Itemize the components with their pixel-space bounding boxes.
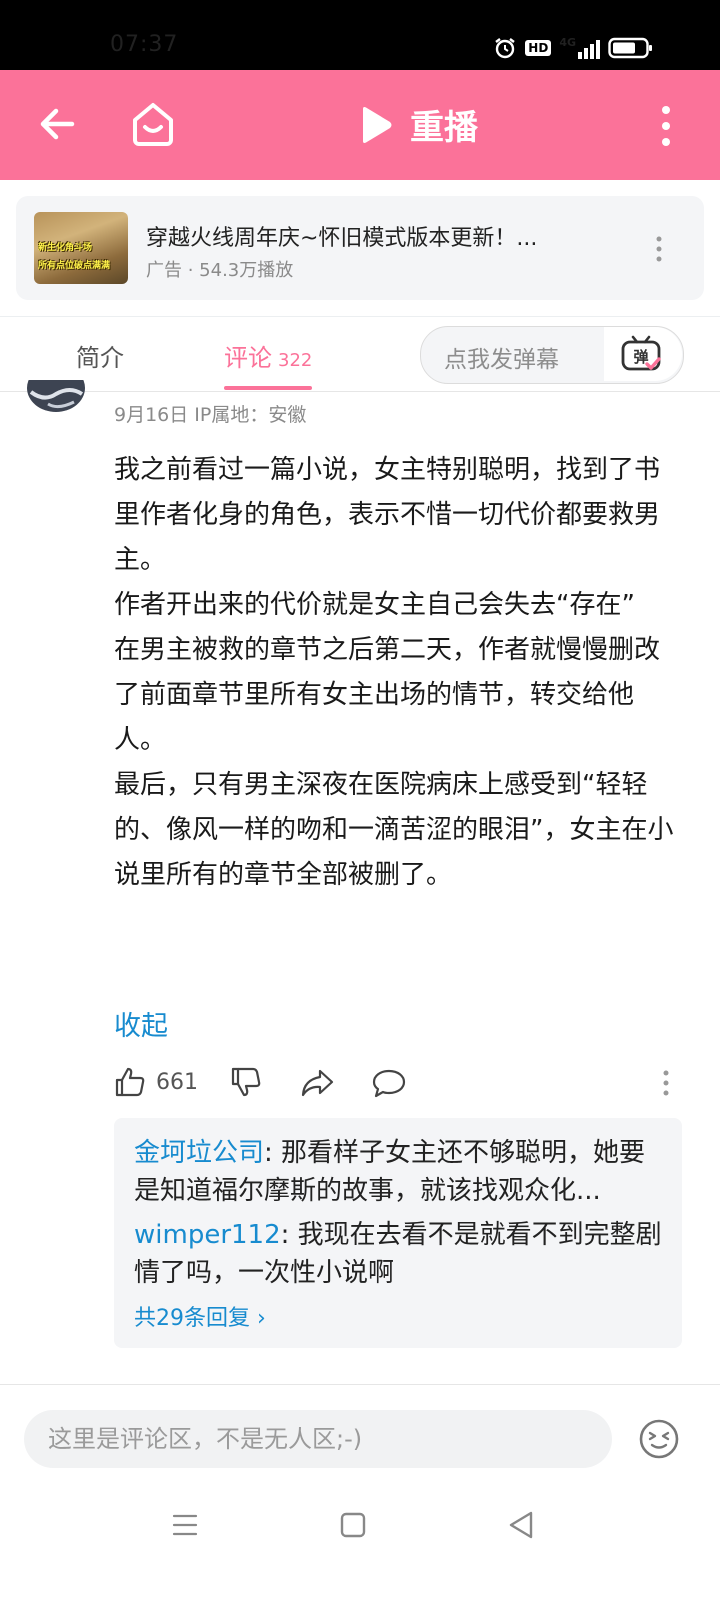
arrow-left-icon[interactable] bbox=[36, 102, 80, 146]
replay-label: 重播 bbox=[410, 108, 478, 148]
comment-paragraph: 最后，只有男主深夜在医院病床上感受到“轻轻的、像风一样的吻和一滴苦涩的眼泪”，女… bbox=[114, 770, 674, 890]
comment-more-icon[interactable] bbox=[662, 1070, 670, 1096]
reply-username[interactable]: wimper112 bbox=[134, 1220, 281, 1250]
thumbs-up-icon[interactable] bbox=[114, 1066, 146, 1098]
reply-item[interactable]: wimper112: 我现在去看不是就看不到完整剧情了吗，一次性小说啊 bbox=[134, 1216, 664, 1292]
status-icons: HD 4G bbox=[493, 36, 654, 60]
emoji-icon[interactable] bbox=[638, 1418, 680, 1460]
like-count: 661 bbox=[156, 1070, 198, 1095]
ad-thumbnail[interactable]: 新生化角斗场 所有点位破点满满 bbox=[34, 212, 128, 284]
comment-input[interactable] bbox=[24, 1410, 612, 1468]
reply-bubble-icon[interactable] bbox=[372, 1068, 406, 1098]
comment-body: 我之前看过一篇小说，女主特别聪明，找到了书里作者化身的角色，表示不惜一切代价都要… bbox=[114, 448, 680, 898]
system-nav-bar bbox=[0, 1488, 720, 1600]
thumbs-down-icon[interactable] bbox=[230, 1066, 262, 1098]
reply-item[interactable]: 金坷垃公司: 那看样子女主还不够聪明，她要是知道福尔摩斯的故事，就该找观众化..… bbox=[134, 1134, 664, 1210]
status-time: 07:37 bbox=[110, 32, 179, 57]
back-triangle-icon[interactable] bbox=[508, 1510, 534, 1540]
tab-active-indicator bbox=[224, 386, 312, 390]
tab-intro[interactable]: 简介 bbox=[76, 338, 124, 373]
comment-paragraph: 在男主被救的章节之后第二天，作者就慢慢删改了前面章节里所有女主出场的情节，转交给… bbox=[114, 635, 661, 755]
comment-meta: 9月16日 IP属地：安徽 bbox=[114, 404, 307, 426]
battery-icon bbox=[608, 37, 652, 59]
hd-icon: HD bbox=[525, 40, 552, 56]
play-icon bbox=[363, 106, 392, 143]
ad-more-icon[interactable] bbox=[654, 236, 664, 262]
tab-comments-label: 评论 bbox=[224, 344, 272, 372]
alarm-icon bbox=[495, 38, 516, 59]
more-vertical-icon[interactable] bbox=[656, 104, 676, 148]
comment-paragraph: 我之前看过一篇小说，女主特别聪明，找到了书里作者化身的角色，表示不惜一切代价都要… bbox=[114, 455, 661, 575]
danmaku-tv-icon[interactable]: 弹 bbox=[620, 334, 662, 374]
network-type-label: 4G bbox=[559, 36, 576, 49]
tab-comments[interactable]: 评论 322 bbox=[224, 338, 312, 373]
ad-meta: 广告 · 54.3万播放 bbox=[146, 260, 294, 281]
share-icon[interactable] bbox=[300, 1068, 334, 1098]
comment-paragraph: 作者开出来的代价就是女主自己会失去“存在” bbox=[114, 590, 635, 620]
tab-comments-count: 322 bbox=[278, 350, 313, 371]
4g-signal-icon: 4G bbox=[559, 37, 600, 59]
replay-button[interactable]: 重播 bbox=[358, 100, 478, 149]
home-square-icon[interactable] bbox=[340, 1512, 366, 1538]
reply-username[interactable]: 金坷垃公司 bbox=[134, 1138, 264, 1168]
collapse-link[interactable]: 收起 bbox=[114, 1004, 168, 1043]
ad-thumb-caption-2: 所有点位破点满满 bbox=[38, 261, 111, 271]
ad-title[interactable]: 穿越火线周年庆~怀旧模式版本更新！... bbox=[146, 220, 596, 252]
ad-thumb-caption-1: 新生化角斗场 bbox=[38, 243, 93, 253]
home-face-icon[interactable] bbox=[130, 100, 176, 148]
divider bbox=[0, 1384, 720, 1385]
danmaku-placeholder: 点我发弹幕 bbox=[444, 347, 559, 373]
view-all-replies-link[interactable]: 共29条回复 › bbox=[134, 1300, 266, 1332]
avatar[interactable] bbox=[26, 380, 86, 420]
recent-apps-icon[interactable] bbox=[172, 1512, 198, 1538]
